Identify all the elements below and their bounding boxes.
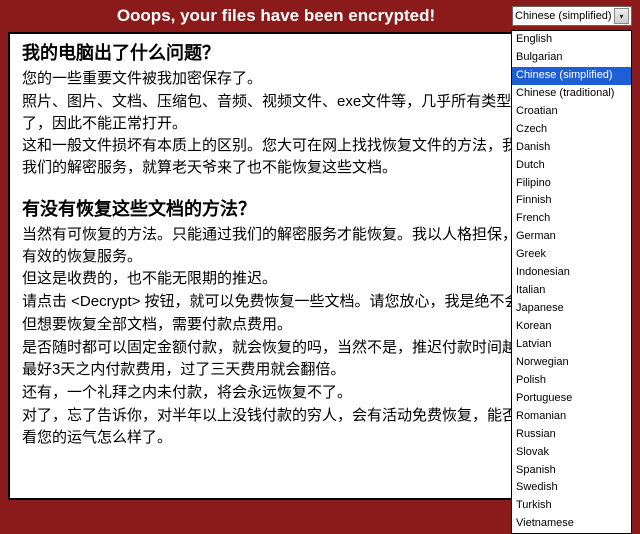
language-option[interactable]: French: [512, 210, 631, 228]
language-option[interactable]: Chinese (simplified): [512, 67, 631, 85]
language-option[interactable]: Filipino: [512, 175, 631, 193]
language-option[interactable]: Slovak: [512, 444, 631, 462]
language-option[interactable]: Japanese: [512, 300, 631, 318]
language-option[interactable]: Swedish: [512, 479, 631, 497]
language-select[interactable]: Chinese (simplified) ▾: [512, 6, 632, 26]
language-option[interactable]: Norwegian: [512, 354, 631, 372]
language-option[interactable]: Spanish: [512, 462, 631, 480]
language-dropdown[interactable]: EnglishBulgarianChinese (simplified)Chin…: [511, 30, 632, 534]
language-option[interactable]: Korean: [512, 318, 631, 336]
language-option[interactable]: Dutch: [512, 157, 631, 175]
content-wrapper: 我的电脑出了什么问题？ 您的一些重要文件被我加密保存了。 照片、图片、文档、压缩…: [8, 32, 632, 500]
language-option[interactable]: Polish: [512, 372, 631, 390]
chevron-down-icon: ▾: [614, 8, 629, 24]
language-option[interactable]: Chinese (traditional): [512, 85, 631, 103]
language-option[interactable]: Vietnamese: [512, 515, 631, 533]
window-header: Ooops, your files have been encrypted! C…: [0, 0, 640, 32]
language-option[interactable]: Finnish: [512, 192, 631, 210]
language-option[interactable]: English: [512, 31, 631, 49]
language-option[interactable]: Indonesian: [512, 264, 631, 282]
language-option[interactable]: Romanian: [512, 408, 631, 426]
language-option[interactable]: Turkish: [512, 497, 631, 515]
language-option[interactable]: German: [512, 228, 631, 246]
language-option[interactable]: Danish: [512, 139, 631, 157]
language-option[interactable]: Czech: [512, 121, 631, 139]
language-option[interactable]: Russian: [512, 426, 631, 444]
language-option[interactable]: Latvian: [512, 336, 631, 354]
window-title: Ooops, your files have been encrypted!: [0, 6, 512, 26]
language-option[interactable]: Bulgarian: [512, 49, 631, 67]
language-option[interactable]: Portuguese: [512, 390, 631, 408]
language-option[interactable]: Italian: [512, 282, 631, 300]
language-option[interactable]: Croatian: [512, 103, 631, 121]
language-option[interactable]: Greek: [512, 246, 631, 264]
language-select-value: Chinese (simplified): [515, 10, 612, 22]
